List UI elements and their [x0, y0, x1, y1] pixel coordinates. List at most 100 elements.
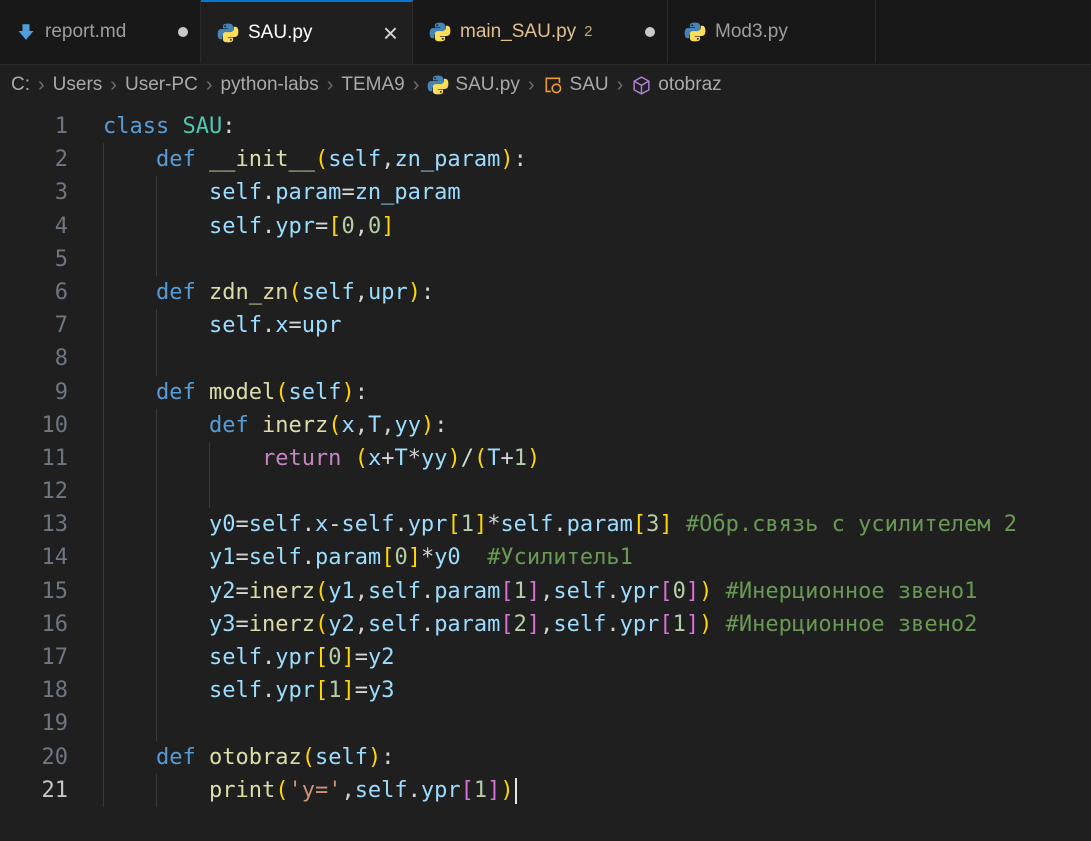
code-line: 13 y0=self.x-self.ypr[1]*self.param[3] #… — [0, 508, 1091, 541]
line-number[interactable]: 6 — [0, 276, 68, 309]
modified-dot-icon[interactable] — [645, 27, 655, 37]
token: * — [421, 545, 434, 570]
token: ] — [686, 612, 699, 637]
line-number[interactable]: 18 — [0, 674, 68, 707]
line-number[interactable]: 12 — [0, 475, 68, 508]
line-number[interactable]: 11 — [0, 442, 68, 475]
indent — [103, 512, 209, 537]
line-content[interactable]: y1=self.param[0]*y0 #Усилитель1 — [103, 541, 1091, 574]
token: ) — [699, 612, 712, 637]
token: yy — [421, 446, 448, 471]
token: . — [262, 214, 275, 239]
breadcrumb-item-sau-py[interactable]: SAU.py — [427, 74, 519, 96]
line-content[interactable]: y3=inerz(y2,self.param[2],self.ypr[1]) #… — [103, 608, 1091, 641]
breadcrumb-item-otobraz[interactable]: otobraz — [631, 74, 721, 96]
line-content[interactable] — [103, 707, 1091, 740]
token: + — [500, 446, 513, 471]
line-content[interactable] — [103, 342, 1091, 375]
token — [341, 446, 354, 471]
close-tab-icon[interactable]: × — [381, 23, 400, 43]
tab-report-md[interactable]: report.md — [0, 0, 201, 63]
token: param — [275, 180, 341, 205]
line-content[interactable]: y0=self.x-self.ypr[1]*self.param[3] #Обр… — [103, 508, 1091, 541]
line-content[interactable]: self.ypr[0]=y2 — [103, 641, 1091, 674]
breadcrumb-item-c-[interactable]: C: — [11, 74, 30, 96]
line-content[interactable]: self.param=zn_param — [103, 176, 1091, 209]
line-number[interactable]: 5 — [0, 243, 68, 276]
line-content[interactable] — [103, 475, 1091, 508]
breadcrumb-item-python-labs[interactable]: python-labs — [220, 74, 318, 96]
line-content[interactable]: class SAU: — [103, 110, 1091, 143]
token: . — [262, 180, 275, 205]
line-content[interactable]: def __init__(self,zn_param): — [103, 143, 1091, 176]
line-content[interactable]: print('y=',self.ypr[1]) — [103, 774, 1091, 807]
line-number[interactable]: 21 — [0, 774, 68, 807]
line-content[interactable]: self.ypr=[0,0] — [103, 210, 1091, 243]
line-number[interactable]: 19 — [0, 707, 68, 740]
line-number[interactable]: 7 — [0, 309, 68, 342]
indent-guide — [103, 475, 104, 508]
token — [196, 745, 209, 770]
line-number[interactable]: 10 — [0, 409, 68, 442]
token: self — [209, 180, 262, 205]
line-number[interactable]: 8 — [0, 342, 68, 375]
token: , — [381, 147, 394, 172]
line-number[interactable]: 14 — [0, 541, 68, 574]
line-text: def model(self): — [103, 380, 368, 405]
line-content[interactable]: def otobraz(self): — [103, 741, 1091, 774]
token: ( — [302, 745, 315, 770]
tab-mod3-py[interactable]: Mod3.py — [668, 0, 876, 63]
token: self — [288, 380, 341, 405]
line-number[interactable]: 15 — [0, 575, 68, 608]
line-content[interactable]: y2=inerz(y1,self.param[1],self.ypr[0]) #… — [103, 575, 1091, 608]
line-number[interactable]: 16 — [0, 608, 68, 641]
modified-dot-icon[interactable] — [178, 27, 188, 37]
token: self — [328, 147, 381, 172]
line-number[interactable]: 3 — [0, 176, 68, 209]
tab-main_sau-py[interactable]: main_SAU.py2 — [413, 0, 668, 63]
breadcrumb-item-tema9[interactable]: TEMA9 — [341, 74, 404, 96]
token — [673, 512, 686, 537]
breadcrumb-item-sau[interactable]: SAU — [543, 74, 609, 96]
line-number[interactable]: 9 — [0, 376, 68, 409]
breadcrumb-item-user-pc[interactable]: User-PC — [125, 74, 198, 96]
line-content[interactable] — [103, 243, 1091, 276]
python-file-icon — [217, 22, 239, 44]
line-content[interactable]: def zdn_zn(self,upr): — [103, 276, 1091, 309]
line-number[interactable]: 4 — [0, 210, 68, 243]
line-content[interactable]: def inerz(x,T,yy): — [103, 409, 1091, 442]
token: [ — [659, 579, 672, 604]
token — [196, 280, 209, 305]
token: y3 — [368, 678, 395, 703]
token: x — [341, 413, 354, 438]
code-line: 14 y1=self.param[0]*y0 #Усилитель1 — [0, 541, 1091, 574]
breadcrumb-label: User-PC — [125, 74, 198, 96]
code-line: 15 y2=inerz(y1,self.param[1],self.ypr[0]… — [0, 575, 1091, 608]
indent — [103, 778, 209, 803]
line-text: self.ypr[0]=y2 — [103, 645, 394, 670]
token: 1 — [514, 579, 527, 604]
line-number[interactable]: 20 — [0, 741, 68, 774]
line-number[interactable]: 13 — [0, 508, 68, 541]
token: self — [209, 214, 262, 239]
token: upr — [302, 313, 342, 338]
tab-sau-py[interactable]: SAU.py× — [201, 0, 413, 64]
line-content[interactable]: self.ypr[1]=y3 — [103, 674, 1091, 707]
line-number[interactable]: 1 — [0, 110, 68, 143]
token: ] — [659, 512, 672, 537]
line-number[interactable]: 17 — [0, 641, 68, 674]
line-content[interactable]: def model(self): — [103, 376, 1091, 409]
token: . — [302, 512, 315, 537]
token: * — [487, 512, 500, 537]
line-content[interactable]: return (x+T*yy)/(T+1) — [103, 442, 1091, 475]
token: = — [288, 313, 301, 338]
line-content[interactable]: self.x=upr — [103, 309, 1091, 342]
token: . — [553, 512, 566, 537]
code-editor[interactable]: 1 class SAU: 2 def __init__(self,zn_param)… — [0, 105, 1091, 841]
code-line: 8 — [0, 342, 1091, 375]
breadcrumb-label: otobraz — [658, 74, 721, 96]
token: : — [381, 745, 394, 770]
line-number[interactable]: 2 — [0, 143, 68, 176]
breadcrumb-item-users[interactable]: Users — [53, 74, 103, 96]
code-line: 1 class SAU: — [0, 110, 1091, 143]
